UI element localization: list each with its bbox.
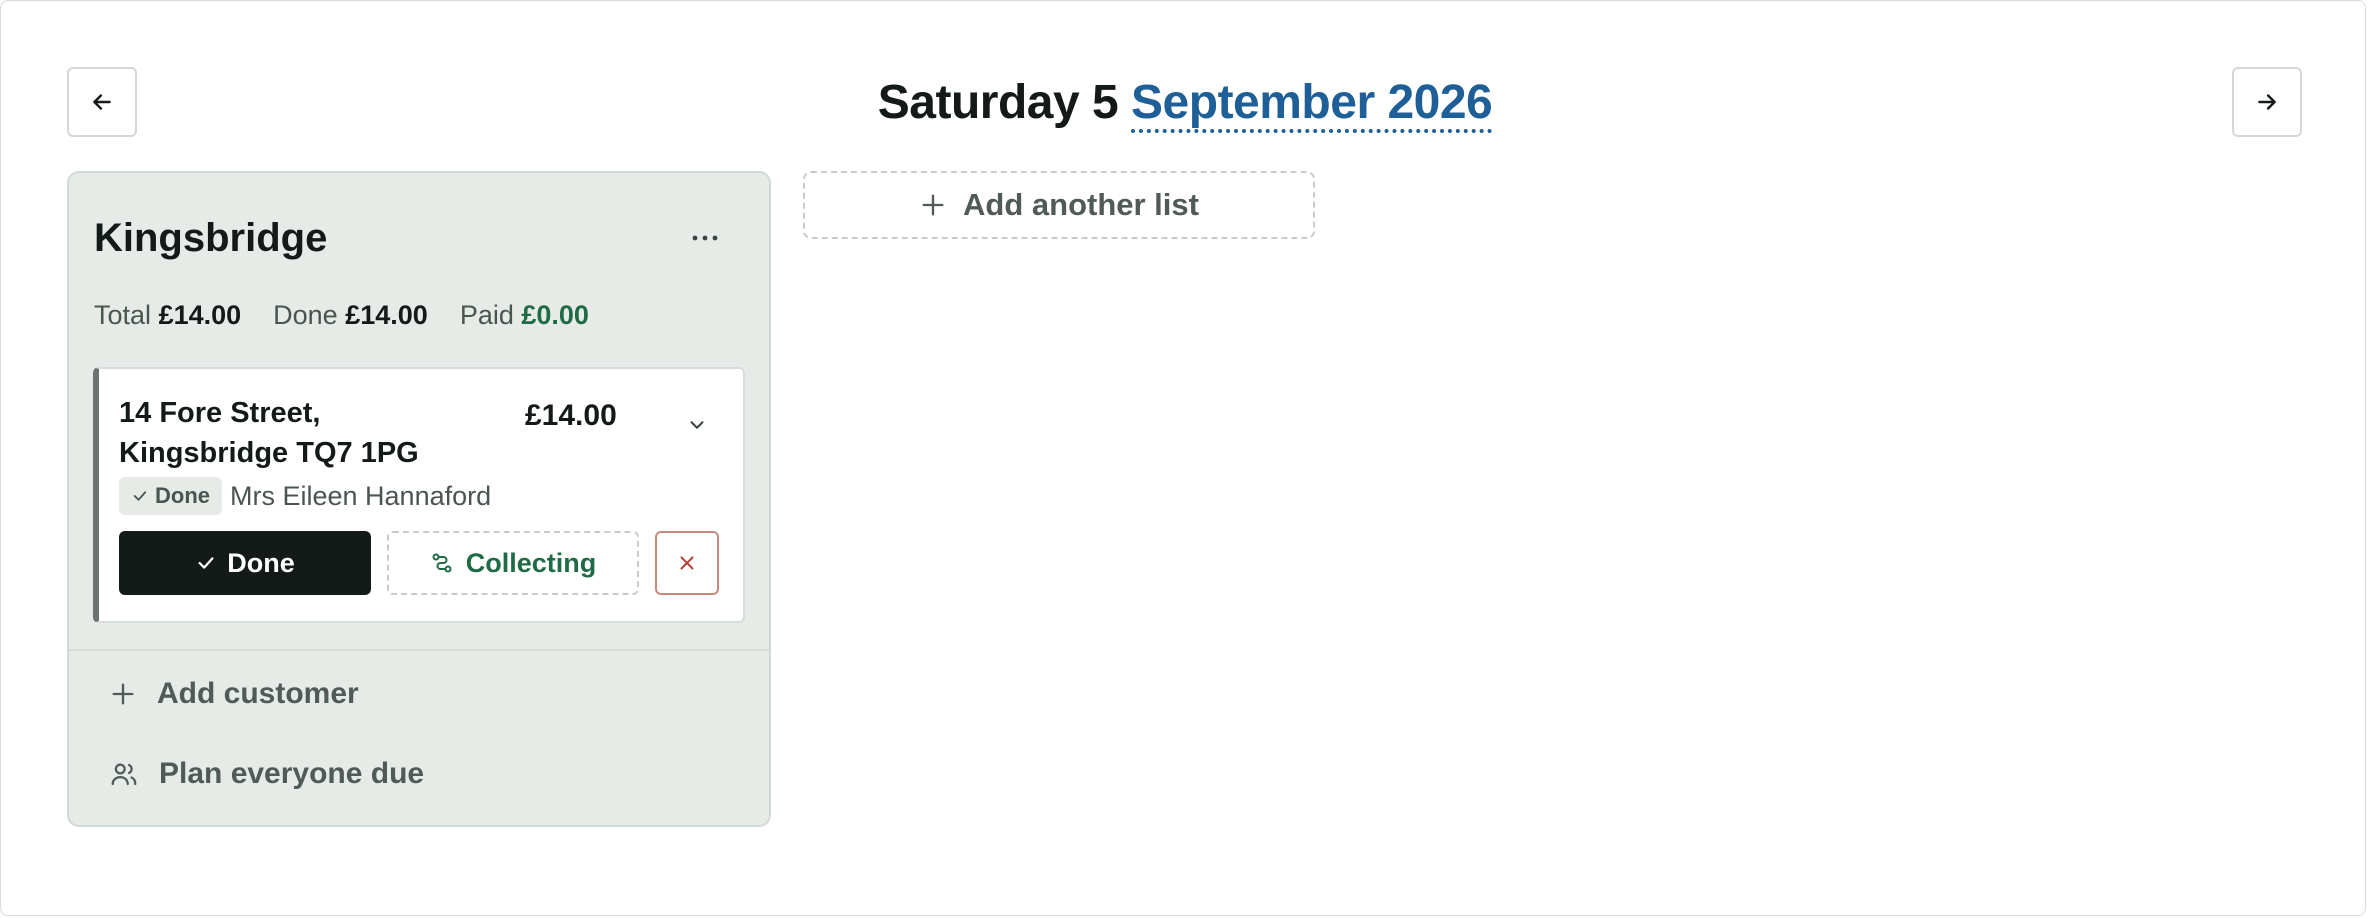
add-customer-button[interactable]: Add customer bbox=[109, 677, 359, 711]
plus-icon bbox=[919, 191, 947, 219]
customer-name: Mrs Eileen Hannaford bbox=[230, 480, 492, 511]
total-value: £14.00 bbox=[158, 300, 242, 330]
done-label: Done bbox=[273, 300, 338, 330]
total-label: Total bbox=[94, 300, 152, 330]
expand-customer-button[interactable] bbox=[677, 405, 717, 445]
list-divider bbox=[69, 649, 769, 651]
app-frame: Saturday 5 September 2026 Kingsbridge To… bbox=[0, 0, 2366, 916]
next-day-button[interactable] bbox=[2232, 67, 2302, 137]
page-title: Saturday 5 September 2026 bbox=[1, 69, 2368, 137]
list-title: Kingsbridge bbox=[94, 216, 328, 260]
plus-icon bbox=[109, 680, 137, 708]
done-value: £14.00 bbox=[345, 300, 428, 330]
list-more-button[interactable] bbox=[677, 215, 733, 261]
close-icon bbox=[676, 552, 698, 574]
customer-status-row: Done Mrs Eileen Hannaford bbox=[119, 477, 491, 515]
users-icon bbox=[109, 759, 139, 789]
more-horizontal-icon bbox=[690, 233, 720, 243]
total-summary: Total £14.00 bbox=[94, 297, 241, 333]
check-icon bbox=[131, 487, 149, 505]
paid-summary: Paid £0.00 bbox=[460, 297, 589, 333]
round-list-kingsbridge: Kingsbridge Total £14.00 Done £14.00 Pai… bbox=[67, 171, 771, 827]
list-totals: Total £14.00 Done £14.00 Paid £0.00 bbox=[94, 297, 589, 333]
done-summary: Done £14.00 bbox=[273, 297, 428, 333]
status-badge-label: Done bbox=[155, 483, 210, 508]
customer-card: 14 Fore Street, Kingsbridge TQ7 1PG £14.… bbox=[93, 367, 745, 623]
collecting-button[interactable]: Collecting bbox=[387, 531, 639, 595]
collecting-button-label: Collecting bbox=[465, 547, 597, 578]
customer-amount: £14.00 bbox=[525, 399, 617, 432]
paid-label: Paid bbox=[459, 300, 514, 330]
add-another-list-label: Add another list bbox=[963, 187, 1199, 222]
month-picker-link[interactable]: September 2026 bbox=[1131, 76, 1493, 133]
add-customer-label: Add customer bbox=[157, 677, 359, 710]
mark-done-button[interactable]: Done bbox=[119, 531, 371, 595]
done-button-label: Done bbox=[227, 547, 295, 578]
add-another-list-button[interactable]: Add another list bbox=[803, 171, 1315, 239]
status-badge: Done bbox=[119, 477, 222, 515]
check-icon bbox=[195, 552, 217, 574]
customer-address: 14 Fore Street, Kingsbridge TQ7 1PG bbox=[119, 393, 499, 473]
address-line-1: 14 Fore Street, bbox=[119, 397, 321, 429]
plan-everyone-due-button[interactable]: Plan everyone due bbox=[109, 757, 424, 791]
day-label: Saturday 5 bbox=[877, 76, 1119, 129]
arrow-right-icon bbox=[2254, 89, 2280, 115]
route-icon bbox=[430, 551, 454, 575]
address-line-2: Kingsbridge TQ7 1PG bbox=[119, 437, 419, 469]
chevron-down-icon bbox=[686, 414, 708, 436]
plan-everyone-label: Plan everyone due bbox=[159, 757, 425, 790]
paid-value: £0.00 bbox=[521, 300, 589, 330]
remove-customer-button[interactable] bbox=[655, 531, 719, 595]
